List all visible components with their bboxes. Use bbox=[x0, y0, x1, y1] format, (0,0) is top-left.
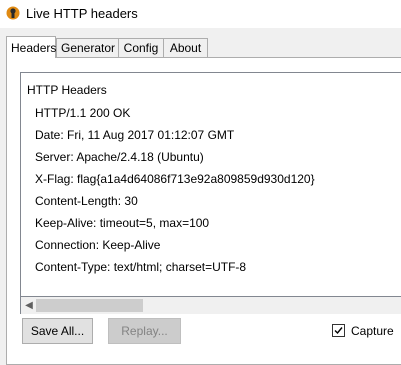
horizontal-scrollbar[interactable]: ◀ bbox=[20, 297, 401, 314]
save-all-button[interactable]: Save All... bbox=[22, 318, 93, 344]
header-line-server[interactable]: Server: Apache/2.4.18 (Ubuntu) bbox=[35, 150, 204, 164]
header-line-status[interactable]: HTTP/1.1 200 OK bbox=[35, 106, 130, 120]
checkmark-icon bbox=[334, 327, 343, 335]
title-bar: Live HTTP headers bbox=[0, 0, 401, 28]
tab-about[interactable]: About bbox=[163, 38, 208, 57]
header-line-keep-alive[interactable]: Keep-Alive: timeout=5, max=100 bbox=[35, 216, 209, 230]
window-title: Live HTTP headers bbox=[26, 6, 138, 21]
header-line-content-type[interactable]: Content-Type: text/html; charset=UTF-8 bbox=[35, 260, 246, 274]
header-line-content-length[interactable]: Content-Length: 30 bbox=[35, 194, 138, 208]
header-line-x-flag[interactable]: X-Flag: flag{a1a4d64086f713e92a809859d93… bbox=[35, 172, 315, 186]
capture-checkbox[interactable] bbox=[332, 324, 345, 337]
tab-bar: Headers Generator Config About bbox=[6, 36, 401, 58]
scroll-left-arrow-icon[interactable]: ◀ bbox=[23, 299, 35, 312]
tab-config[interactable]: Config bbox=[118, 38, 164, 57]
header-line-date[interactable]: Date: Fri, 11 Aug 2017 01:12:07 GMT bbox=[35, 128, 234, 142]
scrollbar-thumb[interactable] bbox=[36, 299, 143, 312]
headers-list[interactable]: HTTP Headers HTTP/1.1 200 OK Date: Fri, … bbox=[20, 72, 401, 297]
headers-list-heading: HTTP Headers bbox=[27, 83, 107, 97]
live-http-headers-app-icon bbox=[6, 6, 20, 20]
tab-generator[interactable]: Generator bbox=[56, 38, 119, 57]
header-line-connection[interactable]: Connection: Keep-Alive bbox=[35, 238, 160, 252]
tab-headers[interactable]: Headers bbox=[6, 36, 56, 58]
capture-label[interactable]: Capture bbox=[351, 324, 394, 338]
replay-button[interactable]: Replay... bbox=[108, 318, 181, 344]
